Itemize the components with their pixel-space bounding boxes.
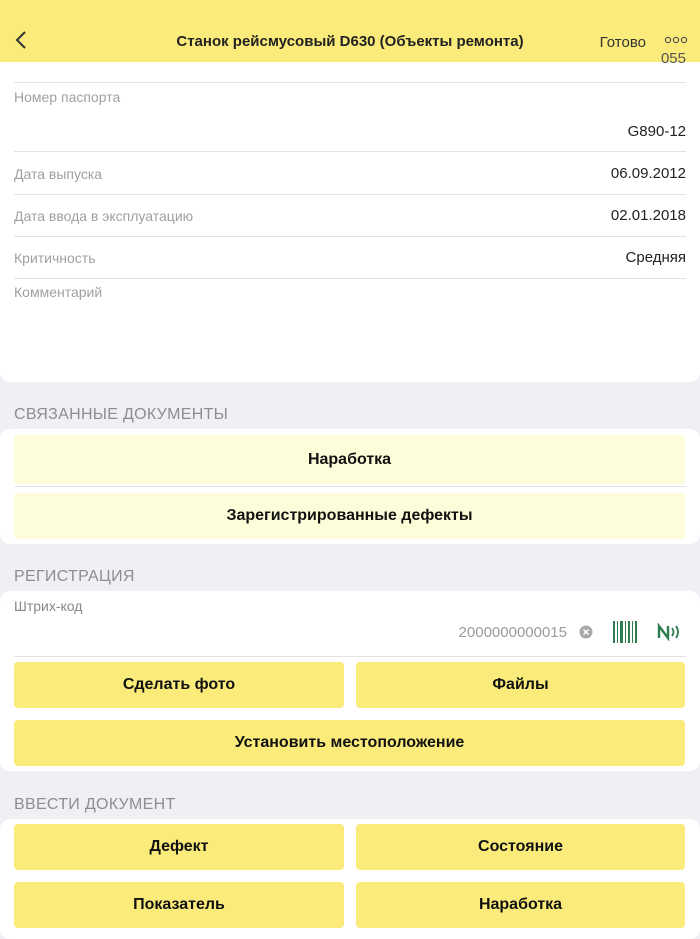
criticality-value: Средняя bbox=[625, 249, 686, 266]
barcode-label: Штрих-код bbox=[14, 598, 83, 614]
partial-row: 055 bbox=[14, 50, 686, 83]
nfc-icon-graphic bbox=[657, 622, 679, 642]
clear-icon[interactable] bbox=[579, 625, 593, 639]
related-documents-card: Наработка Зарегистрированные дефекты bbox=[0, 429, 700, 544]
indicator-button[interactable]: Показатель bbox=[14, 882, 344, 928]
registration-heading: РЕГИСТРАЦИЯ bbox=[14, 568, 135, 585]
passport-value: G890-12 bbox=[627, 123, 686, 140]
barcode-icon-graphic bbox=[613, 621, 637, 643]
state-button[interactable]: Состояние bbox=[356, 824, 685, 870]
commission-date-row[interactable]: Дата ввода в эксплуатацию 02.01.2018 bbox=[14, 194, 686, 237]
defect-button[interactable]: Дефект bbox=[14, 824, 344, 870]
passport-label: Номер паспорта bbox=[14, 89, 121, 105]
barcode-input[interactable]: 2000000000015 bbox=[459, 624, 567, 641]
criticality-label: Критичность bbox=[14, 250, 96, 266]
clear-icon-graphic bbox=[579, 625, 593, 639]
criticality-row[interactable]: Критичность Средняя bbox=[14, 236, 686, 279]
release-date-row[interactable]: Дата выпуска 06.09.2012 bbox=[14, 152, 686, 195]
ellipsis-icon[interactable] bbox=[664, 32, 688, 48]
passport-row[interactable]: Номер паспорта G890-12 bbox=[14, 82, 686, 152]
set-location-button[interactable]: Установить местоположение bbox=[14, 720, 685, 766]
operating-time-entry-button[interactable]: Наработка bbox=[356, 882, 685, 928]
navigation-bar: Станок рейсмусовый D630 (Объекты ремонта… bbox=[0, 0, 700, 62]
barcode-icon[interactable] bbox=[613, 621, 637, 643]
divider bbox=[14, 486, 686, 487]
enter-document-heading: ВВЕСТИ ДОКУМЕНТ bbox=[14, 796, 176, 813]
comment-label: Комментарий bbox=[14, 284, 103, 300]
files-button[interactable]: Файлы bbox=[356, 662, 685, 708]
registration-card: Штрих-код 2000000000015 Сделать фото Фай… bbox=[0, 591, 700, 771]
nfc-icon[interactable] bbox=[657, 622, 683, 642]
divider bbox=[14, 656, 686, 657]
commission-date-label: Дата ввода в эксплуатацию bbox=[14, 208, 194, 224]
take-photo-button[interactable]: Сделать фото bbox=[14, 662, 344, 708]
release-date-label: Дата выпуска bbox=[14, 166, 103, 182]
release-date-value: 06.09.2012 bbox=[610, 165, 686, 182]
commission-date-value: 02.01.2018 bbox=[610, 207, 686, 224]
partial-value: 055 bbox=[660, 50, 686, 67]
comment-field[interactable]: Комментарий bbox=[14, 280, 686, 375]
related-documents-heading: СВЯЗАННЫЕ ДОКУМЕНТЫ bbox=[14, 406, 229, 423]
done-button[interactable]: Готово bbox=[600, 34, 646, 51]
operating-time-button[interactable]: Наработка bbox=[14, 435, 685, 484]
registered-defects-button[interactable]: Зарегистрированные дефекты bbox=[14, 493, 685, 539]
ellipsis-icon-graphic bbox=[664, 36, 688, 44]
details-card: 055 Номер паспорта G890-12 Дата выпуска … bbox=[0, 50, 700, 382]
enter-document-card: Дефект Состояние Показатель Наработка bbox=[0, 819, 700, 939]
page-title: Станок рейсмусовый D630 (Объекты ремонта… bbox=[176, 33, 524, 50]
